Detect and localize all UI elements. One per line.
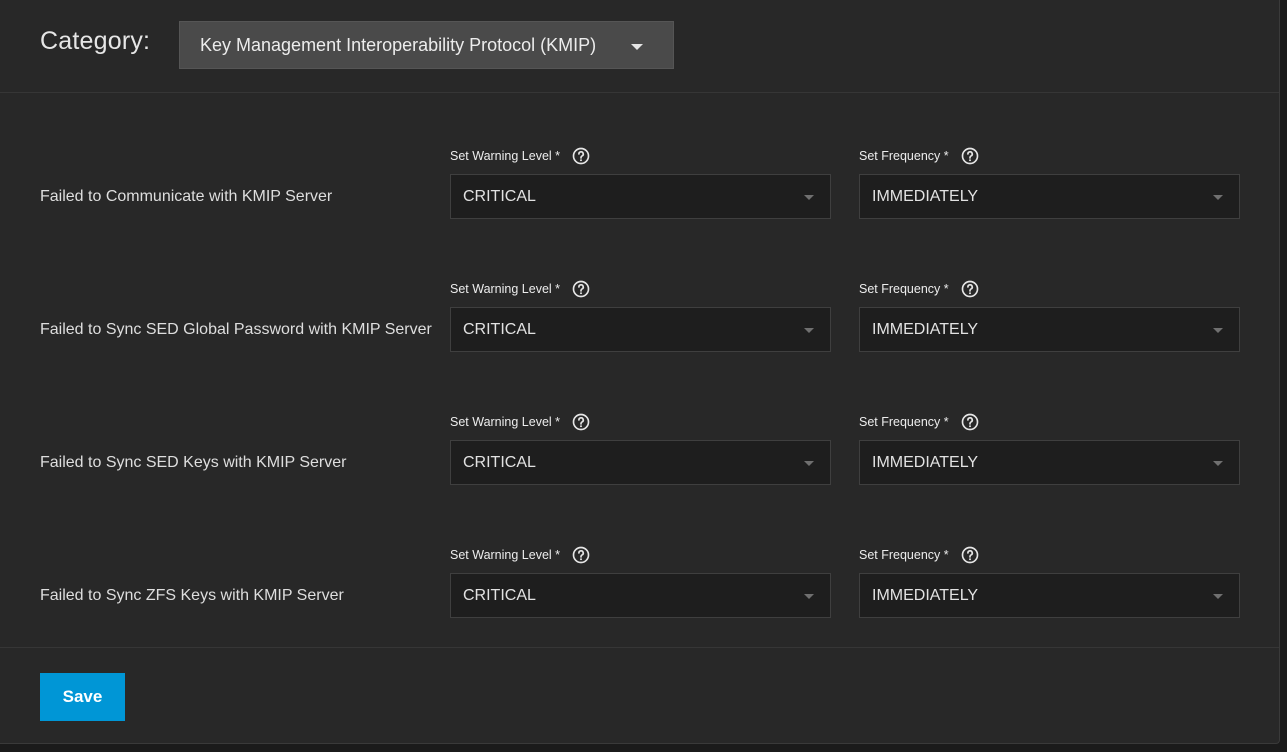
frequency-value: IMMEDIATELY [872, 188, 979, 205]
category-select[interactable]: Key Management Interoperability Protocol… [179, 21, 674, 69]
category-select-value: Key Management Interoperability Protocol… [200, 35, 597, 55]
alert-settings-card: Category: Key Management Interoperabilit… [0, 0, 1280, 744]
alert-row: Failed to Sync SED Global Password with … [0, 265, 1279, 398]
form-footer: Save [0, 647, 1279, 744]
alert-title: Failed to Sync SED Keys with KMIP Server [40, 454, 347, 471]
warning-level-label-text: Set Warning Level * [450, 282, 561, 296]
frequency-label-text: Set Frequency * [859, 415, 949, 429]
help-circle-icon[interactable] [572, 413, 590, 431]
help-circle-icon[interactable] [961, 280, 979, 298]
warning-level-label-text: Set Warning Level * [450, 415, 561, 429]
caret-down-icon [804, 594, 814, 599]
caret-down-icon [631, 44, 643, 50]
frequency-value: IMMEDIATELY [872, 454, 979, 471]
warning-level-select[interactable]: CRITICAL [450, 573, 831, 618]
alert-title: Failed to Communicate with KMIP Server [40, 188, 333, 205]
frequency-label-text: Set Frequency * [859, 548, 949, 562]
frequency-value: IMMEDIATELY [872, 321, 979, 338]
warning-level-label: Set Warning Level * [450, 413, 590, 431]
help-circle-icon[interactable] [572, 280, 590, 298]
frequency-label-text: Set Frequency * [859, 149, 949, 163]
warning-level-value: CRITICAL [463, 321, 536, 338]
warning-level-select[interactable]: CRITICAL [450, 440, 831, 485]
warning-level-select[interactable]: CRITICAL [450, 307, 831, 352]
warning-level-label-text: Set Warning Level * [450, 548, 561, 562]
frequency-label: Set Frequency * [859, 413, 979, 431]
frequency-label-text: Set Frequency * [859, 282, 949, 296]
warning-level-label: Set Warning Level * [450, 147, 590, 165]
help-circle-icon[interactable] [572, 546, 590, 564]
alert-row: Failed to Communicate with KMIP Server S… [0, 132, 1279, 265]
caret-down-icon [804, 461, 814, 466]
category-header: Category: Key Management Interoperabilit… [0, 0, 1279, 93]
frequency-label: Set Frequency * [859, 147, 979, 165]
frequency-label: Set Frequency * [859, 546, 979, 564]
warning-level-label: Set Warning Level * [450, 280, 590, 298]
warning-level-value: CRITICAL [463, 587, 536, 604]
help-circle-icon[interactable] [961, 147, 979, 165]
caret-down-icon [1213, 195, 1223, 200]
caret-down-icon [804, 328, 814, 333]
frequency-value: IMMEDIATELY [872, 587, 979, 604]
warning-level-value: CRITICAL [463, 454, 536, 471]
caret-down-icon [1213, 328, 1223, 333]
frequency-label: Set Frequency * [859, 280, 979, 298]
warning-level-label: Set Warning Level * [450, 546, 590, 564]
frequency-select[interactable]: IMMEDIATELY [859, 307, 1240, 352]
frequency-select[interactable]: IMMEDIATELY [859, 573, 1240, 618]
warning-level-select[interactable]: CRITICAL [450, 174, 831, 219]
help-circle-icon[interactable] [572, 147, 590, 165]
alert-title: Failed to Sync SED Global Password with … [40, 321, 432, 338]
category-label: Category: [40, 27, 151, 55]
frequency-select[interactable]: IMMEDIATELY [859, 440, 1240, 485]
warning-level-value: CRITICAL [463, 188, 536, 205]
help-circle-icon[interactable] [961, 546, 979, 564]
alert-title: Failed to Sync ZFS Keys with KMIP Server [40, 587, 344, 604]
save-button[interactable]: Save [40, 673, 125, 721]
alert-row: Failed to Sync ZFS Keys with KMIP Server… [0, 531, 1279, 664]
frequency-select[interactable]: IMMEDIATELY [859, 174, 1240, 219]
alert-row: Failed to Sync SED Keys with KMIP Server… [0, 398, 1279, 531]
warning-level-label-text: Set Warning Level * [450, 149, 561, 163]
caret-down-icon [804, 195, 814, 200]
help-circle-icon[interactable] [961, 413, 979, 431]
caret-down-icon [1213, 461, 1223, 466]
caret-down-icon [1213, 594, 1223, 599]
